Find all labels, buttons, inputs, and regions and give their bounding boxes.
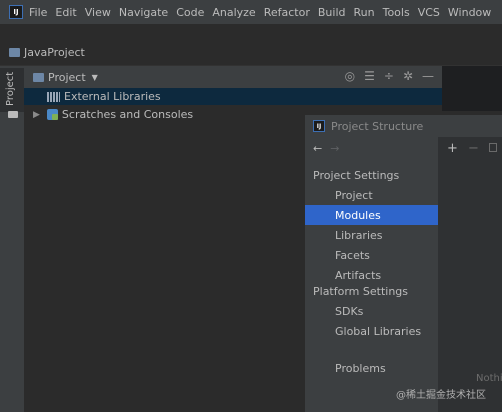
menu-edit[interactable]: Edit [55,6,76,19]
watermark: @稀土掘金技术社区 [396,390,486,401]
project-view-title[interactable]: Project [48,71,86,84]
menu-analyze[interactable]: Analyze [212,6,255,19]
library-icon [47,91,60,102]
breadcrumb-project-name[interactable]: JavaProject [24,46,85,59]
dialog-sidebar: ← → Project Settings Project Modules Libr… [305,137,438,412]
menu-refactor[interactable]: Refactor [264,6,310,19]
editor-area [442,66,502,111]
dialog-content: + − [438,137,502,412]
section-project-settings: Project Settings [313,169,400,182]
menu-view[interactable]: View [85,6,111,19]
sidebar-item-sdks[interactable]: SDKs [305,301,438,321]
forward-arrow-icon[interactable]: → [330,142,339,155]
project-structure-dialog: IJ Project Structure ← → Project Settings… [305,115,502,412]
menu-file[interactable]: File [29,6,47,19]
empty-state-text: Nothin [476,373,502,384]
scratches-icon [46,109,58,120]
sidebar-item-project[interactable]: Project [305,185,438,205]
project-view-icon [33,72,44,82]
project-panel-header: Project ▼ ◎ ☰ ÷ ✲ — [24,66,442,88]
menu-bar: IJ File Edit View Navigate Code Analyze … [0,0,502,24]
menu-run[interactable]: Run [354,6,375,19]
remove-icon[interactable]: − [468,141,479,156]
sidebar-item-libraries[interactable]: Libraries [305,225,438,245]
nav-arrows: ← → [313,142,339,155]
sidebar-item-problems[interactable]: Problems [305,358,438,378]
tree-item-label: External Libraries [64,90,161,103]
expand-all-icon[interactable]: ☰ [364,69,375,83]
dialog-title: Project Structure [331,119,424,133]
copy-icon[interactable] [489,143,497,152]
tree-item-scratches[interactable]: ▶ Scratches and Consoles [33,106,193,123]
add-icon[interactable]: + [447,141,458,156]
folder-mini-icon [8,111,18,118]
intellij-logo-icon: IJ [9,5,23,19]
sidebar-item-modules[interactable]: Modules [305,205,438,225]
locate-icon[interactable]: ◎ [345,69,355,83]
tree-item-label: Scratches and Consoles [61,108,194,121]
sidebar-item-global-libraries[interactable]: Global Libraries [305,321,438,341]
section-platform-settings: Platform Settings [313,285,409,298]
menu-navigate[interactable]: Navigate [119,6,168,19]
back-arrow-icon[interactable]: ← [313,142,322,155]
dropdown-caret-icon[interactable]: ▼ [92,73,98,82]
menu-window[interactable]: Window [448,6,491,19]
dialog-title-bar[interactable]: IJ Project Structure [305,115,502,137]
collapse-all-icon[interactable]: ÷ [384,69,394,83]
project-tab-label: Project [5,71,16,106]
panel-toolbar: ◎ ☰ ÷ ✲ — [336,69,434,83]
sidebar-item-artifacts[interactable]: Artifacts [305,265,438,285]
sidebar-item-facets[interactable]: Facets [305,245,438,265]
tree-item-external-libraries[interactable]: External Libraries [47,88,161,105]
hide-icon[interactable]: — [422,69,434,83]
intellij-logo-icon: IJ [313,120,325,132]
menu-code[interactable]: Code [176,6,204,19]
expand-arrow-icon[interactable]: ▶ [33,110,40,120]
breadcrumb: JavaProject [0,43,502,61]
menu-tools[interactable]: Tools [383,6,410,19]
project-folder-icon [9,47,20,57]
gear-icon[interactable]: ✲ [403,69,413,83]
menu-vcs[interactable]: VCS [418,6,440,19]
menu-build[interactable]: Build [318,6,346,19]
